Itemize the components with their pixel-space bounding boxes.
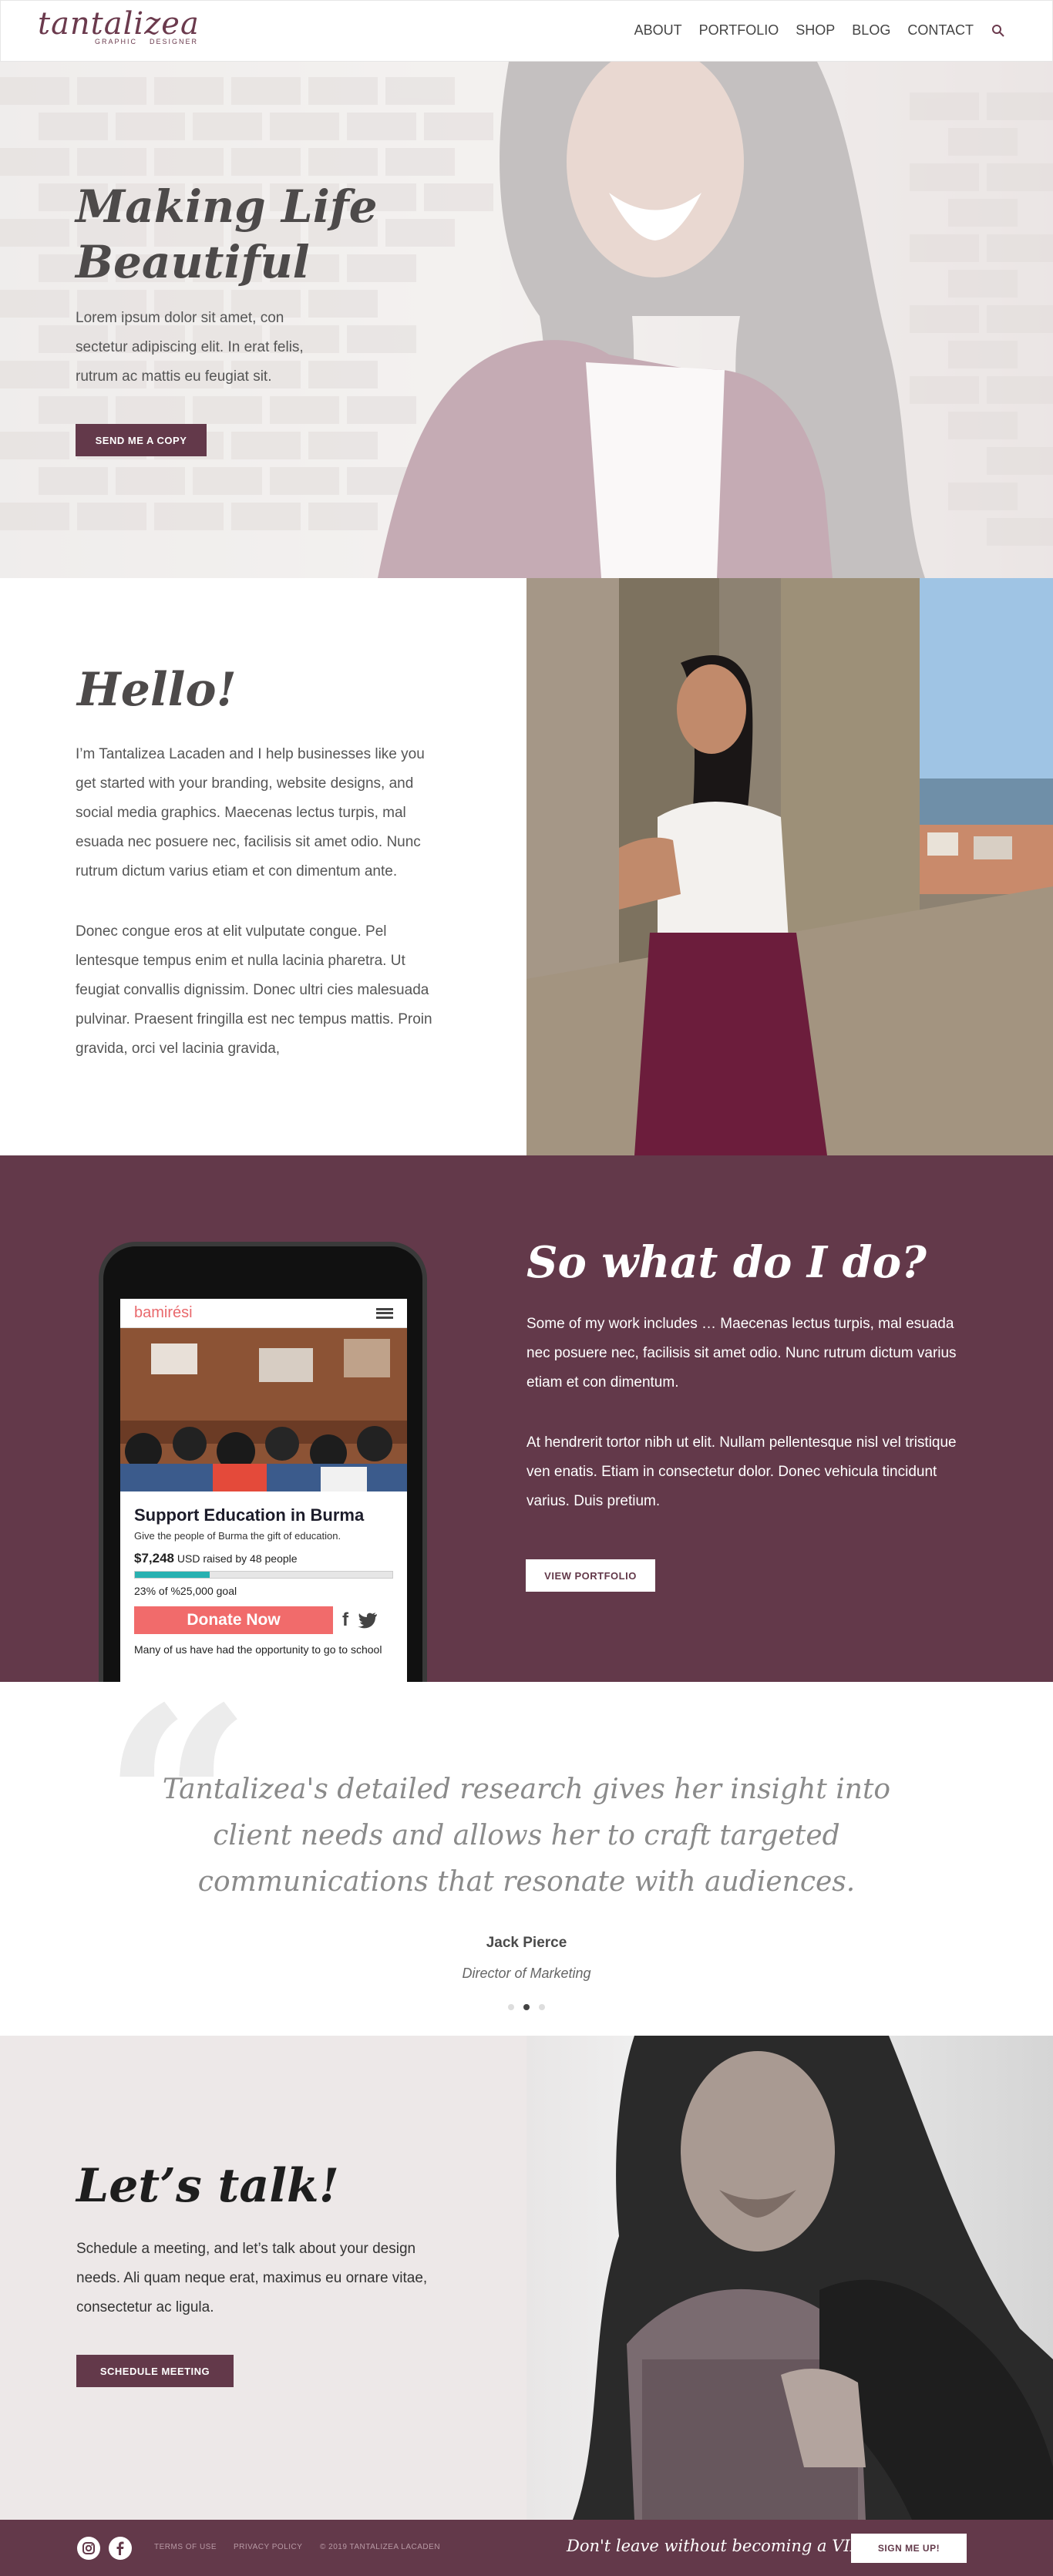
app-header: bamirési	[120, 1299, 407, 1328]
services-section: bamirési Support Education in Burma Give…	[0, 1155, 1053, 1682]
site-footer: TERMS OF USE PRIVACY POLICY © 2019 TANTA…	[0, 2520, 1053, 2576]
campaign-card: Support Education in Burma Give the peop…	[120, 1491, 407, 1670]
facebook-icon[interactable]	[109, 2537, 132, 2560]
nav-portfolio[interactable]: PORTFOLIO	[699, 22, 779, 39]
campaign-title: Support Education in Burma	[134, 1505, 365, 1525]
raised-summary: $7,248 USD raised by 48 people	[134, 1551, 393, 1566]
testimonial-quote: Tantalizea's detailed research gives her…	[162, 1774, 891, 1898]
nav-about[interactable]: ABOUT	[634, 22, 682, 39]
logo-tag-left: GRAPHIC	[95, 38, 138, 45]
phone-mockup: bamirési Support Education in Burma Give…	[99, 1242, 427, 1682]
contact-photo	[526, 2036, 1053, 2520]
facebook-icon[interactable]: f	[342, 1609, 348, 1631]
nav-contact[interactable]: CONTACT	[907, 22, 974, 39]
site-header: tantalizea GRAPHIC DESIGNER ABOUT PORTFO…	[0, 0, 1053, 62]
sign-me-up-button[interactable]: SIGN ME UP!	[851, 2534, 967, 2563]
hamburger-menu-icon	[376, 1307, 393, 1319]
nav-blog[interactable]: BLOG	[852, 22, 890, 39]
carousel-dots	[508, 2004, 545, 2010]
contact-text: Schedule a meeting, and let’s talk about…	[76, 2241, 428, 2315]
hero-text: Lorem ipsum dolor sit amet, con sectetur…	[76, 310, 304, 385]
services-title: So what do I do?	[526, 1237, 927, 1288]
about-paragraph-1: I’m Tantalizea Lacaden and I help busine…	[76, 746, 425, 879]
carousel-dot-1[interactable]	[508, 2004, 514, 2010]
progress-bar-fill	[135, 1572, 210, 1578]
main-nav: ABOUT PORTFOLIO SHOP BLOG CONTACT	[634, 22, 1006, 39]
about-photo	[526, 578, 1053, 1155]
view-portfolio-button[interactable]: VIEW PORTFOLIO	[526, 1559, 655, 1592]
vip-cta-text: Don't leave without becoming a VIP!	[567, 2537, 868, 2555]
goal-text: 23% of %25,000 goal	[134, 1585, 237, 1597]
services-paragraph-2: At hendrerit tortor nibh ut elit. Nullam…	[526, 1434, 957, 1509]
logo-wordmark: tantalizea	[38, 6, 200, 42]
twitter-icon[interactable]	[358, 1612, 378, 1629]
logo-tag-right: DESIGNER	[150, 38, 199, 45]
classroom-photo	[120, 1328, 407, 1491]
carousel-dot-2[interactable]	[523, 2004, 530, 2010]
contact-section: Let’s talk! Schedule a meeting, and let’…	[0, 2036, 1053, 2520]
schedule-meeting-button[interactable]: SCHEDULE MEETING	[76, 2355, 234, 2387]
hero-section: Making Life Beautiful Lorem ipsum dolor …	[0, 62, 1053, 578]
about-paragraph-2: Donec congue eros at elit vulputate cong…	[76, 923, 432, 1057]
terms-of-use-link[interactable]: TERMS OF USE	[154, 2543, 217, 2551]
campaign-subtitle: Give the people of Burma the gift of edu…	[134, 1530, 341, 1542]
testimonial-section: “ Tantalizea's detailed research gives h…	[0, 1674, 1053, 2036]
send-me-a-copy-button[interactable]: SEND ME A COPY	[76, 424, 207, 456]
donate-now-button[interactable]: Donate Now	[134, 1606, 333, 1634]
testimonial-author: Jack Pierce	[486, 1935, 567, 1951]
privacy-policy-link[interactable]: PRIVACY POLICY	[234, 2543, 302, 2551]
services-paragraph-1: Some of my work includes … Maecenas lect…	[526, 1316, 957, 1391]
app-logo: bamirési	[134, 1304, 193, 1321]
search-icon[interactable]	[991, 23, 1006, 39]
testimonial-role: Director of Marketing	[462, 1966, 591, 1981]
carousel-dot-3[interactable]	[539, 2004, 545, 2010]
about-section: Hello! I’m Tantalizea Lacaden and I help…	[0, 578, 1053, 1155]
donate-row: Donate Now f	[134, 1606, 393, 1634]
phone-screen: bamirési Support Education in Burma Give…	[120, 1299, 407, 1682]
instagram-icon[interactable]	[77, 2537, 100, 2560]
nav-shop[interactable]: SHOP	[796, 22, 835, 39]
about-title: Hello!	[77, 663, 237, 717]
copyright-text: © 2019 TANTALIZEA LACADEN	[320, 2543, 441, 2551]
hero-title: Making Life Beautiful	[76, 180, 378, 288]
raised-text: USD raised by 48 people	[177, 1552, 298, 1565]
site-logo[interactable]: tantalizea GRAPHIC DESIGNER	[38, 7, 200, 45]
progress-bar	[134, 1571, 393, 1579]
contact-title: Let’s talk!	[76, 2159, 339, 2213]
raised-amount: $7,248	[134, 1551, 174, 1565]
